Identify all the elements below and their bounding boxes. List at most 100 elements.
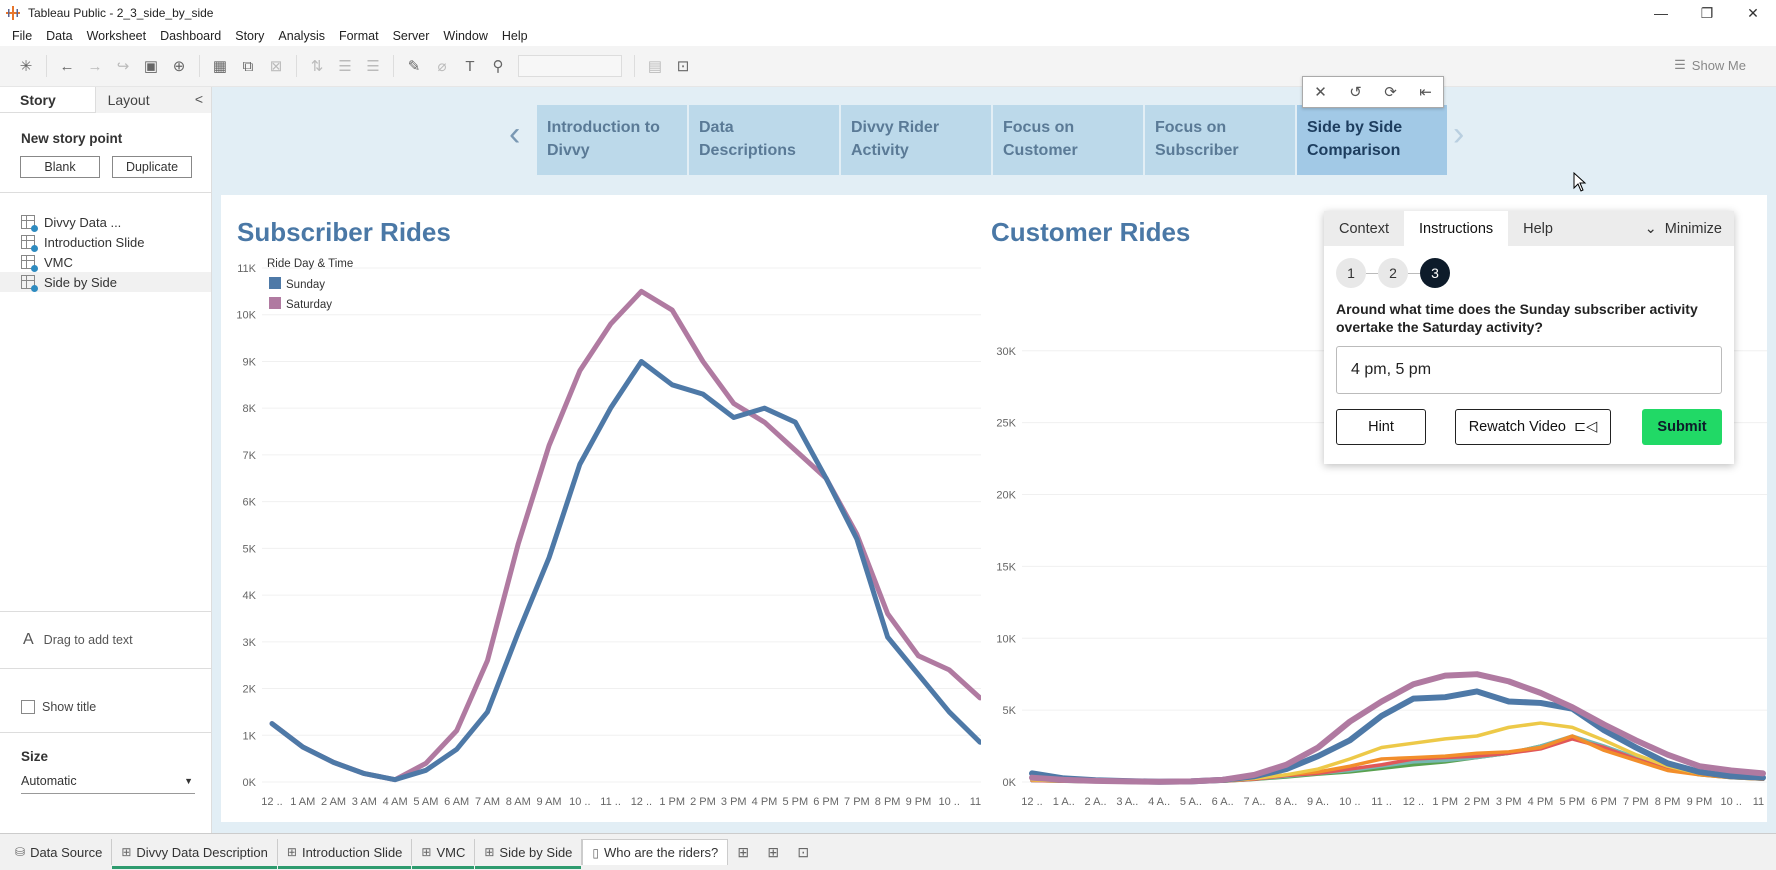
hint-button[interactable]: Hint	[1336, 409, 1426, 445]
show-me-button[interactable]: ☰ Show Me	[1674, 57, 1746, 73]
sheet-item[interactable]: VMC	[0, 252, 211, 272]
swap-icon[interactable]: ⇅	[303, 52, 331, 80]
answer-input[interactable]: 4 pm, 5 pm	[1336, 346, 1722, 394]
undo-icon[interactable]: ←	[53, 52, 81, 80]
menu-format[interactable]: Format	[339, 29, 379, 43]
instructions-panel: Context Instructions Help ⌄ Minimize 1 2…	[1324, 211, 1734, 464]
tab-data-source[interactable]: ⛁ Data Source	[6, 839, 113, 865]
sort-descending-icon[interactable]: ☰	[359, 52, 387, 80]
tab-layout[interactable]: Layout <	[95, 87, 211, 113]
collapse-panel-icon[interactable]: <	[195, 91, 203, 107]
y-tick-label: 5K	[243, 543, 257, 555]
show-title-checkbox[interactable]: Show title	[0, 681, 212, 733]
tab-story[interactable]: Story	[0, 87, 96, 113]
subscriber-rides-chart[interactable]: 0K 1K 2K 3K 4K 5K 6K 7K 8K 9K 10K 11K 12 .. 1 AM 2 AM 3…	[221, 195, 981, 822]
story-point-5[interactable]: Focus on Subscriber	[1145, 105, 1295, 175]
menu-help[interactable]: Help	[502, 29, 528, 43]
replay-icon[interactable]: ↪	[109, 52, 137, 80]
sheet-item-label: Introduction Slide	[44, 234, 145, 250]
x-tick-label: 12 ..	[1403, 796, 1424, 808]
y-tick-label: 30K	[996, 346, 1016, 358]
toolbar-divider	[296, 55, 297, 77]
step-2[interactable]: 2	[1378, 258, 1408, 288]
tab-divvy-data-description[interactable]: ⊞ Divvy Data Description	[112, 839, 278, 869]
blank-button[interactable]: Blank	[20, 156, 100, 178]
duplicate-sheet-icon[interactable]: ⧉	[234, 52, 262, 80]
presentation-mode-icon[interactable]: ⊡	[669, 52, 697, 80]
sheet-item[interactable]: Side by Side	[0, 272, 211, 292]
x-tick-label: 12 ..	[1021, 796, 1042, 808]
new-dashboard-icon[interactable]: ⊞	[758, 839, 788, 865]
save-icon[interactable]: ▣	[137, 52, 165, 80]
story-point-4[interactable]: Focus on Customer	[993, 105, 1143, 175]
submit-button[interactable]: Submit	[1642, 409, 1722, 445]
group-icon[interactable]: ⌀	[428, 52, 456, 80]
drag-to-add-text[interactable]: A Drag to add text	[0, 611, 212, 669]
menu-analysis[interactable]: Analysis	[278, 29, 325, 43]
close-window-button[interactable]: ✕	[1730, 0, 1776, 26]
highlight-icon[interactable]: ✎	[400, 52, 428, 80]
tab-introduction-slide[interactable]: ⊞ Introduction Slide	[277, 839, 413, 869]
next-story-point-icon[interactable]: ›	[1453, 115, 1464, 154]
x-tick-label: 3 AM	[352, 796, 377, 808]
size-select[interactable]: Automatic ▼	[21, 774, 195, 794]
story-point-2[interactable]: Data Descriptions	[689, 105, 839, 175]
pin-icon[interactable]: ⚲	[484, 52, 512, 80]
menu-file[interactable]: File	[12, 29, 32, 43]
tab-who-are-the-riders[interactable]: ▯ Who are the riders?	[582, 839, 729, 865]
story-point-3[interactable]: Divvy Rider Activity	[841, 105, 991, 175]
duplicate-button[interactable]: Duplicate	[112, 156, 192, 178]
tableau-home-icon[interactable]: ✳	[12, 52, 40, 80]
x-tick-label: 10 ..	[1721, 796, 1742, 808]
labels-icon[interactable]: T	[456, 52, 484, 80]
x-tick-label: 8 PM	[875, 796, 901, 808]
dashboard-icon	[21, 215, 38, 232]
tab-help[interactable]: Help	[1508, 211, 1568, 246]
menu-story[interactable]: Story	[235, 29, 264, 43]
revert-icon[interactable]: ↺	[1349, 83, 1362, 101]
previous-story-point-icon[interactable]: ‹	[509, 115, 520, 154]
menu-dashboard[interactable]: Dashboard	[160, 29, 221, 43]
tab-context[interactable]: Context	[1324, 211, 1404, 246]
story-point-6[interactable]: Side by Side Comparison	[1297, 105, 1447, 175]
tab-side-by-side[interactable]: ⊞ Side by Side	[475, 839, 583, 869]
sheet-item[interactable]: Introduction Slide	[0, 232, 211, 252]
size-value: Automatic	[21, 774, 77, 788]
sort-ascending-icon[interactable]: ☰	[331, 52, 359, 80]
tab-instructions[interactable]: Instructions	[1403, 211, 1509, 246]
mouse-cursor-icon	[1573, 172, 1587, 192]
toolbar: ✳ ← → ↪ ▣ ⊕ ▦ ⧉ ⊠ ⇅ ☰ ☰ ✎ ⌀ T ⚲ ▤ ⊡ ☰ Sh…	[0, 46, 1776, 87]
tab-vmc[interactable]: ⊞ VMC	[412, 839, 476, 869]
menu-window[interactable]: Window	[443, 29, 487, 43]
rewatch-video-button[interactable]: Rewatch Video ⊏◁	[1455, 409, 1611, 445]
minimize-button[interactable]: ⌄ Minimize	[1645, 211, 1722, 246]
step-1[interactable]: 1	[1336, 258, 1366, 288]
step-3[interactable]: 3	[1420, 258, 1450, 288]
new-worksheet-icon[interactable]: ▦	[206, 52, 234, 80]
minimize-window-button[interactable]: —	[1638, 0, 1684, 26]
menu-worksheet[interactable]: Worksheet	[87, 29, 147, 43]
toolbar-divider	[393, 55, 394, 77]
new-story-icon[interactable]: ⊡	[788, 839, 818, 865]
update-icon[interactable]: ⟳	[1384, 83, 1397, 101]
fit-select[interactable]	[518, 55, 622, 77]
x-tick-label: 4 PM	[1528, 796, 1554, 808]
x-tick-label: 3 PM	[1496, 796, 1522, 808]
new-datasource-icon[interactable]: ⊕	[165, 52, 193, 80]
new-worksheet-icon[interactable]: ⊞	[728, 839, 758, 865]
show-cards-icon[interactable]: ▤	[641, 52, 669, 80]
menu-data[interactable]: Data	[46, 29, 72, 43]
clear-sheet-icon[interactable]: ⊠	[262, 52, 290, 80]
restore-window-button[interactable]: ❐	[1684, 0, 1730, 26]
y-tick-label: 5K	[1003, 705, 1017, 717]
toolbar-divider	[46, 55, 47, 77]
delete-icon[interactable]: ✕	[1314, 83, 1327, 101]
story-point-1[interactable]: Introduction to Divvy	[537, 105, 687, 175]
x-tick-label: 1 PM	[659, 796, 685, 808]
sheet-item[interactable]: Divvy Data ...	[0, 212, 211, 232]
datasource-icon: ⛁	[15, 845, 26, 859]
redo-icon[interactable]: →	[81, 52, 109, 80]
save-as-new-icon[interactable]: ⇤	[1419, 83, 1432, 101]
tab-label: Data Source	[30, 844, 103, 860]
menu-server[interactable]: Server	[393, 29, 430, 43]
